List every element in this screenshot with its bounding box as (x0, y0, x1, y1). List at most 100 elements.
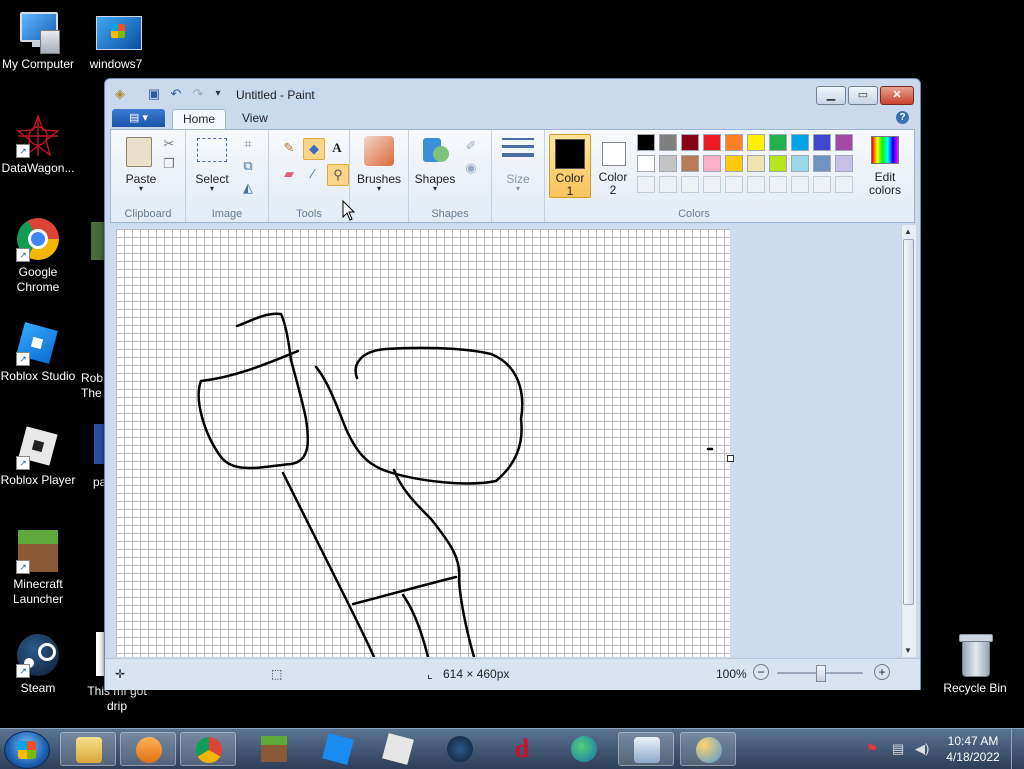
desktop-icon-steam[interactable]: ↗ Steam (0, 634, 76, 696)
palette-color-swatch[interactable] (703, 155, 721, 172)
palette-color-swatch[interactable] (791, 134, 809, 151)
show-desktop-button[interactable] (1011, 729, 1024, 769)
palette-custom-slot[interactable] (637, 176, 655, 193)
tab-home[interactable]: Home (172, 109, 227, 129)
zoom-slider-thumb[interactable] (816, 665, 826, 682)
palette-custom-slot[interactable] (725, 176, 743, 193)
save-icon[interactable]: ▣ (147, 87, 161, 101)
palette-color-swatch[interactable] (659, 134, 677, 151)
palette-color-swatch[interactable] (703, 134, 721, 151)
palette-custom-slot[interactable] (747, 176, 765, 193)
palette-color-swatch[interactable] (813, 155, 831, 172)
palette-color-swatch[interactable] (747, 134, 765, 151)
palette-color-swatch[interactable] (725, 134, 743, 151)
zoom-in-button[interactable]: + (874, 664, 890, 680)
crop-icon[interactable]: ⌗ (238, 134, 258, 154)
desktop-icon-minecraft-launcher[interactable]: ↗ Minecraft Launcher (0, 530, 76, 607)
zoom-out-button[interactable]: − (753, 664, 769, 680)
taskbar-roblox-player[interactable] (370, 732, 426, 766)
outline-icon[interactable]: ✐ (461, 136, 481, 156)
action-center-flag-icon[interactable]: ⚑ (866, 741, 878, 757)
palette-custom-slot[interactable] (703, 176, 721, 193)
size-button[interactable]: Size ▾ (498, 134, 538, 196)
start-button[interactable] (4, 731, 50, 769)
fill-icon[interactable]: ◆ (303, 138, 325, 160)
canvas-workspace[interactable] (110, 225, 901, 657)
palette-color-swatch[interactable] (659, 155, 677, 172)
system-clock[interactable]: 10:47 AM 4/18/2022 (938, 733, 1008, 765)
palette-custom-slot[interactable] (791, 176, 809, 193)
shapes-button[interactable]: Shapes ▾ (413, 134, 457, 196)
palette-color-swatch[interactable] (769, 134, 787, 151)
paint-app-icon[interactable]: ◈ (113, 87, 127, 101)
taskbar-explorer[interactable] (60, 732, 116, 766)
palette-color-swatch[interactable] (835, 155, 853, 172)
scroll-down-icon[interactable]: ▼ (904, 646, 912, 655)
network-icon[interactable]: ▤ (892, 741, 904, 757)
resize-icon[interactable]: ⧉ (238, 156, 258, 176)
color1-button[interactable]: Color 1 (549, 134, 591, 198)
taskbar-roblox-studio[interactable] (310, 732, 366, 766)
palette-custom-slot[interactable] (813, 176, 831, 193)
text-icon[interactable]: A (327, 138, 347, 158)
palette-color-swatch[interactable] (813, 134, 831, 151)
desktop-icon-google-chrome[interactable]: ↗ Google Chrome (0, 218, 76, 295)
maximize-button[interactable]: ▭ (848, 86, 878, 105)
resize-handle[interactable] (727, 455, 734, 462)
minimize-button[interactable]: ▁ (816, 86, 846, 105)
color2-button[interactable]: Color 2 (593, 134, 633, 197)
paste-button[interactable]: Paste ▾ (119, 134, 163, 193)
taskbar-snipping-tool[interactable] (618, 732, 674, 766)
eraser-icon[interactable]: ▰ (279, 164, 299, 184)
help-button[interactable]: ? (896, 111, 909, 124)
palette-custom-slot[interactable] (835, 176, 853, 193)
scroll-thumb[interactable] (903, 239, 914, 605)
paint-window[interactable]: ◈ ▣ ↶ ↷ ▾ Untitled - Paint ▁ ▭ ✕ ▤ ▾ Hom… (104, 78, 921, 690)
desktop-icon-windows7[interactable]: windows7 (78, 10, 154, 72)
scroll-up-icon[interactable]: ▲ (904, 227, 912, 236)
palette-color-swatch[interactable] (747, 155, 765, 172)
edit-colors-button[interactable]: Edit colors (861, 134, 909, 197)
vertical-scrollbar[interactable]: ▲ ▼ (901, 225, 916, 657)
color-picker-icon[interactable]: ⁄ (303, 164, 323, 184)
close-button[interactable]: ✕ (880, 86, 914, 105)
palette-color-swatch[interactable] (791, 155, 809, 172)
palette-color-swatch[interactable] (681, 155, 699, 172)
select-button[interactable]: Select ▾ (190, 136, 234, 193)
desktop-icon-datawagon[interactable]: ↗ DataWagon... (0, 113, 76, 176)
palette-color-swatch[interactable] (681, 134, 699, 151)
taskbar-browser[interactable] (556, 732, 612, 766)
customize-toolbar-icon[interactable]: ▾ (211, 87, 225, 101)
fill-shape-icon[interactable]: ◉ (461, 158, 481, 178)
taskbar-media-player[interactable] (120, 732, 176, 766)
desktop-icon-roblox-studio[interactable]: ↗ Roblox Studio (0, 322, 76, 384)
undo-icon[interactable]: ↶ (169, 87, 183, 101)
rotate-icon[interactable]: ◭ (238, 178, 258, 198)
taskbar-minecraft[interactable] (246, 732, 302, 766)
paint-menu-button[interactable]: ▤ ▾ (112, 109, 165, 127)
taskbar-datawagon[interactable]: d (494, 732, 550, 766)
palette-color-swatch[interactable] (637, 155, 655, 172)
palette-custom-slot[interactable] (769, 176, 787, 193)
palette-custom-slot[interactable] (681, 176, 699, 193)
drawing-canvas[interactable] (116, 229, 734, 657)
desktop-icon-roblox-player[interactable]: ↗ Roblox Player (0, 426, 76, 488)
palette-color-swatch[interactable] (725, 155, 743, 172)
palette-custom-slot[interactable] (659, 176, 677, 193)
palette-color-swatch[interactable] (835, 134, 853, 151)
palette-color-swatch[interactable] (637, 134, 655, 151)
pencil-icon[interactable]: ✎ (279, 138, 299, 158)
brushes-button[interactable]: Brushes ▾ (357, 134, 401, 196)
taskbar-chrome[interactable] (180, 732, 236, 766)
copy-icon[interactable]: ❐ (159, 154, 179, 174)
volume-icon[interactable]: ◀) (915, 741, 929, 757)
title-bar[interactable]: ◈ ▣ ↶ ↷ ▾ Untitled - Paint ▁ ▭ ✕ (105, 79, 920, 109)
desktop-icon-recycle-bin[interactable]: Recycle Bin (937, 634, 1013, 696)
magnifier-icon[interactable]: ⚲ (327, 164, 349, 186)
redo-icon[interactable]: ↷ (191, 87, 205, 101)
desktop-icon-my-computer[interactable]: My Computer (0, 10, 76, 72)
tab-view[interactable]: View (232, 109, 278, 128)
cut-icon[interactable]: ✂ (159, 134, 179, 154)
taskbar-steam[interactable] (432, 732, 488, 766)
palette-color-swatch[interactable] (769, 155, 787, 172)
